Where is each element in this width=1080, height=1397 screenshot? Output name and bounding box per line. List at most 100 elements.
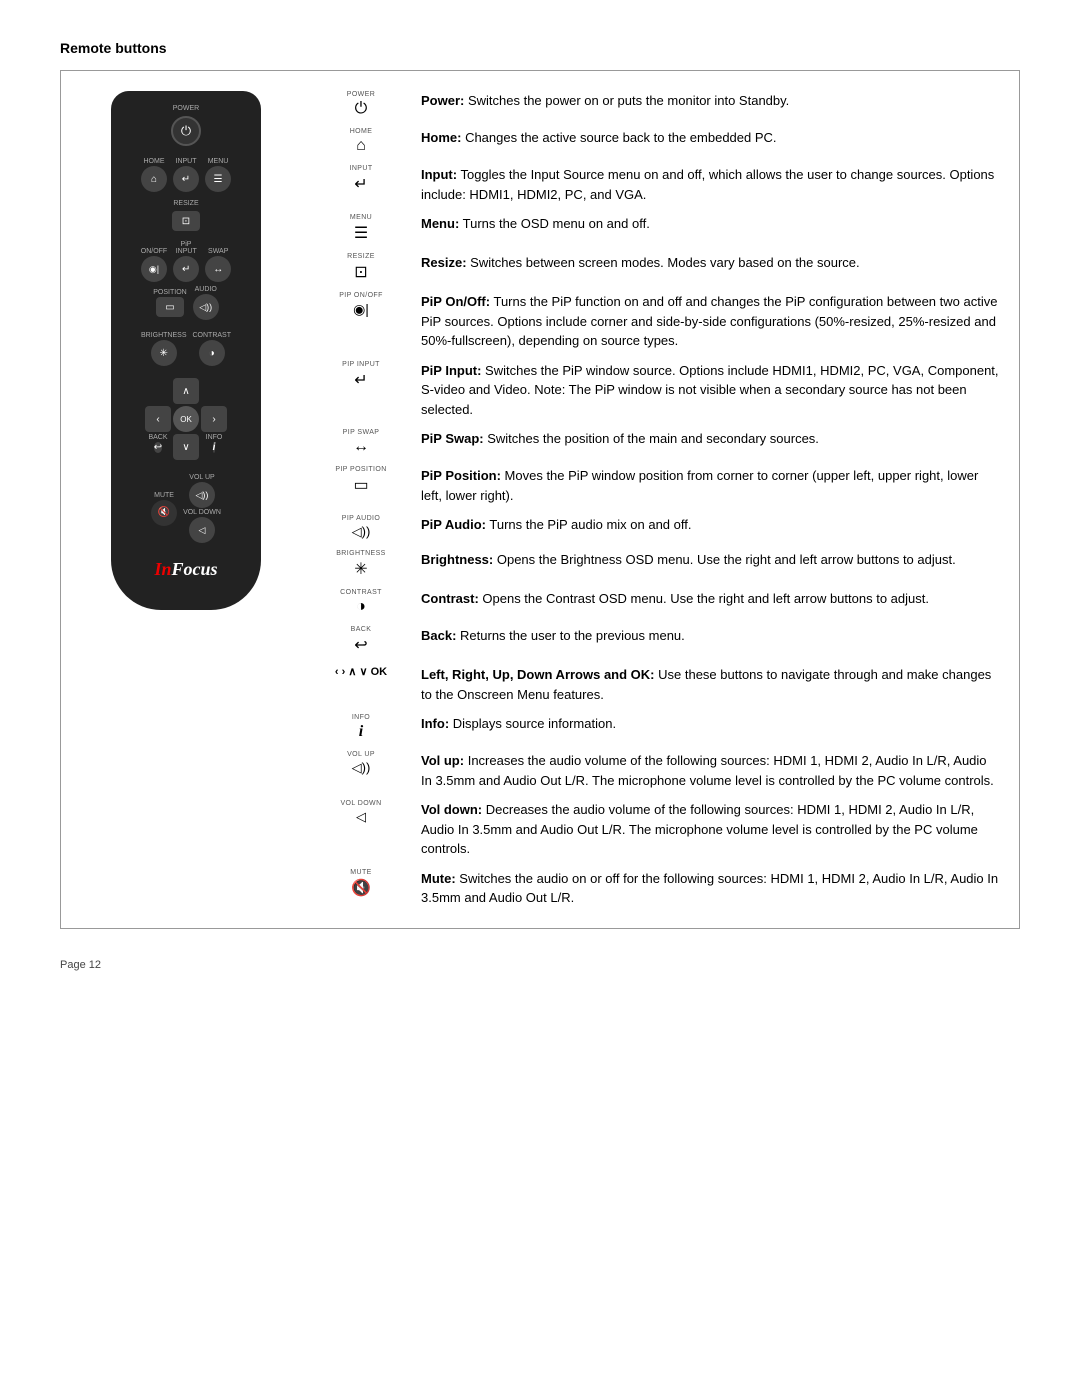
vol-down-button[interactable]: ◁ [189, 517, 215, 543]
input-icon-label: INPUT [350, 165, 373, 172]
resize-desc: RESIZE ⊡ Resize: Switches between screen… [321, 253, 999, 282]
menu-icon-col: MENU ☰ [321, 214, 401, 243]
mute-description: Mute: Switches the audio on or off for t… [421, 869, 999, 908]
back-description: Back: Returns the user to the previous m… [421, 626, 999, 646]
power-icon-label: POWER [347, 91, 375, 98]
input-description: Input: Toggles the Input Source menu on … [421, 165, 999, 204]
home-icon-col: HOME ⌂ [321, 128, 401, 155]
pip-position-button[interactable]: ▭ [156, 297, 184, 317]
menu-icon-label: MENU [350, 214, 372, 221]
pip-onoff-button[interactable]: ◉| [141, 256, 167, 282]
pip-audio-button[interactable]: ◁)) [193, 294, 219, 320]
descriptions-column: POWER ⏻ Power: Switches the power on or … [321, 91, 999, 908]
mute-icon-col: MUTE 🔇 [321, 869, 401, 898]
pip-swap-icon-label: PIP SWAP [343, 429, 380, 436]
nav-icon-col: ‹ › ∧ ∨ OK [321, 665, 401, 678]
pip-position-label: POSITION [153, 289, 186, 296]
info-button[interactable]: i [213, 442, 216, 453]
home-icon-label: HOME [350, 128, 373, 135]
nav-icon: ‹ › ∧ ∨ OK [335, 665, 387, 678]
mute-desc: MUTE 🔇 Mute: Switches the audio on or of… [321, 869, 999, 908]
contrast-label: CONTRAST [193, 332, 232, 339]
contrast-icon: ◑ [356, 598, 366, 616]
brightness-description: Brightness: Opens the Brightness OSD men… [421, 550, 999, 570]
right-arrow-button[interactable]: › [201, 406, 227, 432]
pip-position-icon-label: PIP POSITION [335, 466, 386, 473]
up-arrow-button[interactable]: ∧ [173, 378, 199, 404]
info-desc: INFO i Info: Displays source information… [321, 714, 999, 741]
vol-up-label: VOL UP [189, 474, 214, 481]
mute-button[interactable]: 🔇 [151, 500, 177, 526]
menu-button[interactable]: ☰ [205, 166, 231, 192]
pip-swap-desc: PIP SWAP ↔ PiP Swap: Switches the positi… [321, 429, 999, 456]
resize-section: RESIZE ⊡ [121, 200, 251, 231]
resize-button[interactable]: ⊡ [172, 211, 200, 231]
menu-label: MENU [208, 158, 229, 165]
left-arrow-button[interactable]: ‹ [145, 406, 171, 432]
brightness-icon: ✳ [354, 559, 367, 579]
pip-position-icon-col: PIP POSITION ▭ [321, 466, 401, 495]
resize-description: Resize: Switches between screen modes. M… [421, 253, 999, 273]
pip-swap-label: SWAP [208, 248, 228, 255]
brightness-desc: BRIGHTNESS ✳ Brightness: Opens the Brigh… [321, 550, 999, 579]
pip-input-icon: ↵ [354, 370, 367, 390]
input-desc: INPUT ↵ Input: Toggles the Input Source … [321, 165, 999, 204]
home-icon: ⌂ [356, 137, 366, 155]
pip-audio-icon: ◁)) [352, 524, 371, 540]
pip-input-button[interactable]: ↵ [173, 256, 199, 282]
pip-onoff-label: ON/OFF [141, 248, 167, 255]
home-button[interactable]: ⌂ [141, 166, 167, 192]
pip-audio-icon-col: PIP AUDIO ◁)) [321, 515, 401, 540]
menu-desc: MENU ☰ Menu: Turns the OSD menu on and o… [321, 214, 999, 243]
pip-onoff-icon: ◉| [353, 301, 369, 318]
nav-desc: ‹ › ∧ ∨ OK Left, Right, Up, Down Arrows … [321, 665, 999, 704]
info-icon-col: INFO i [321, 714, 401, 741]
home-input-menu-row: HOME ⌂ INPUT ↵ MENU ☰ [121, 158, 251, 192]
page-number: Page 12 [60, 959, 101, 971]
info-icon: i [359, 723, 363, 741]
page-footer: Page 12 [60, 959, 1020, 971]
power-icon: ⏻ [355, 100, 368, 118]
brightness-button[interactable]: ✳ [151, 340, 177, 366]
nav-cluster: ∧ ‹ OK › BACK ↩ ∨ INFO i [145, 378, 227, 460]
pip-input-description: PiP Input: Switches the PiP window sourc… [421, 361, 999, 420]
section-title: Remote buttons [60, 40, 1020, 56]
power-button[interactable]: ⏻ [171, 116, 201, 146]
back-button[interactable]: ↩ [154, 442, 162, 453]
mute-label: MUTE [154, 492, 174, 499]
contrast-description: Contrast: Opens the Contrast OSD menu. U… [421, 589, 999, 609]
pip-label: PiP [121, 241, 251, 248]
remote-column: POWER ⏻ HOME ⌂ INPUT ↵ MENU ☰ [81, 91, 291, 908]
down-arrow-button[interactable]: ∨ [173, 434, 199, 460]
back-icon: ↩ [354, 635, 367, 655]
pip-position-icon: ▭ [353, 475, 368, 495]
contrast-icon-col: CONTRAST ◑ [321, 589, 401, 616]
pip-onoff-description: PiP On/Off: Turns the PiP function on an… [421, 292, 999, 351]
input-button[interactable]: ↵ [173, 166, 199, 192]
pip-onoff-desc: PIP ON/OFF ◉| PiP On/Off: Turns the PiP … [321, 292, 999, 351]
pip-position-description: PiP Position: Moves the PiP window posit… [421, 466, 999, 505]
pip-swap-icon: ↔ [353, 438, 369, 456]
vol-up-desc: VOL UP ◁)) Vol up: Increases the audio v… [321, 751, 999, 790]
home-description: Home: Changes the active source back to … [421, 128, 999, 148]
vol-up-button[interactable]: ◁)) [189, 482, 215, 508]
menu-description: Menu: Turns the OSD menu on and off. [421, 214, 999, 234]
info-icon-label: INFO [352, 714, 370, 721]
vol-down-label: VOL DOWN [183, 509, 221, 516]
infocus-logo: InFocus [154, 559, 217, 580]
pip-swap-icon-col: PIP SWAP ↔ [321, 429, 401, 456]
resize-icon: ⊡ [354, 262, 367, 282]
power-label: POWER [173, 105, 199, 112]
power-desc: POWER ⏻ Power: Switches the power on or … [321, 91, 999, 118]
pip-input-label: INPUT [176, 248, 197, 255]
ok-button[interactable]: OK [173, 406, 199, 432]
input-label: INPUT [176, 158, 197, 165]
contrast-button[interactable]: ◑ [199, 340, 225, 366]
pip-swap-button[interactable]: ↔ [205, 256, 231, 282]
vol-down-icon-col: VOL DOWN ◁ [321, 800, 401, 825]
vol-down-icon-label: VOL DOWN [340, 800, 381, 807]
nav-description: Left, Right, Up, Down Arrows and OK: Use… [421, 665, 999, 704]
remote-power-section: POWER ⏻ [121, 105, 251, 150]
home-desc: HOME ⌂ Home: Changes the active source b… [321, 128, 999, 155]
vol-mute-row: MUTE 🔇 VOL UP ◁)) VOL DOWN ◁ [121, 474, 251, 543]
